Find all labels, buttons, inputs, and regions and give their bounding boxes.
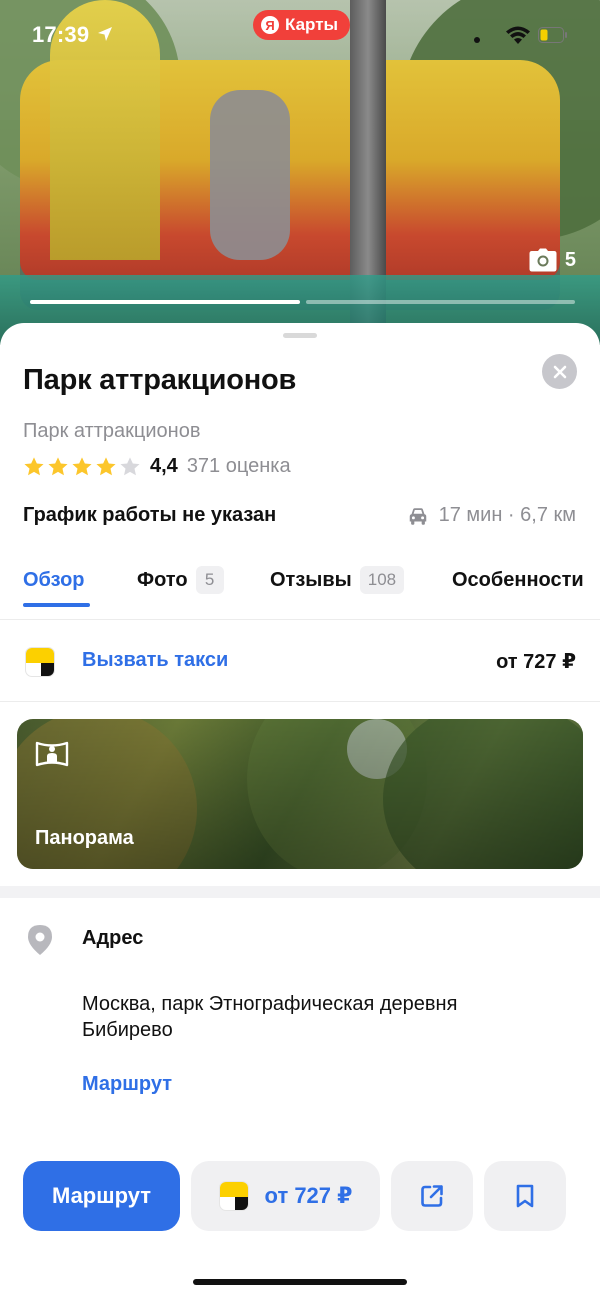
star-filled-icon	[72, 456, 92, 475]
bookmark-icon	[516, 1184, 534, 1208]
home-indicator[interactable]	[193, 1279, 407, 1285]
photo-elephant	[210, 90, 290, 260]
yandex-logo-icon: Я	[261, 16, 279, 34]
tab-bar: Обзор Фото 5 Отзывы 108 Особенности	[0, 563, 600, 619]
star-empty-icon	[120, 456, 140, 475]
active-tab-indicator	[23, 603, 90, 607]
status-time: 17:39	[32, 22, 90, 47]
rating-count: 371 оценка	[186, 455, 291, 477]
divider	[0, 701, 600, 702]
tab-label: Отзывы	[270, 568, 352, 591]
tab-badge: 5	[195, 566, 224, 594]
tab-photos[interactable]: Фото 5	[137, 563, 224, 597]
signal-icon	[474, 37, 480, 43]
tab-label: Обзор	[23, 568, 85, 591]
photo-count-value: 5	[564, 248, 576, 271]
tab-features[interactable]: Особенности	[452, 563, 584, 597]
tab-label: Особенности	[452, 568, 584, 591]
place-title: Парк аттракционов	[23, 364, 297, 396]
taxi-button-price: от 727 ₽	[264, 1183, 353, 1208]
panorama-label: Панорама	[35, 827, 134, 849]
close-icon	[553, 365, 566, 378]
car-icon	[409, 507, 426, 525]
camera-icon	[529, 248, 557, 272]
photo-count[interactable]: 5	[529, 248, 576, 272]
working-hours: График работы не указан	[23, 504, 277, 526]
app-pill[interactable]: Я Карты	[253, 10, 351, 40]
tab-reviews[interactable]: Отзывы 108	[270, 563, 405, 597]
location-pin-icon	[28, 925, 52, 955]
travel-info[interactable]: 17 мин · 6,7 км	[407, 504, 576, 527]
taxi-price: от 727 ₽	[496, 651, 576, 673]
rating-value: 4,4	[150, 455, 178, 477]
yandex-go-icon	[25, 647, 55, 677]
place-card: Парк аттракционов Парк аттракционов 4,4 …	[0, 323, 600, 1297]
wifi-icon	[506, 26, 530, 44]
call-taxi-label: Вызвать такси	[82, 649, 229, 671]
app-pill-label: Карты	[285, 15, 339, 34]
rating-row[interactable]: 4,4 371 оценка	[23, 455, 291, 478]
route-button[interactable]: Маршрут	[23, 1161, 180, 1231]
tab-badge: 108	[359, 566, 405, 594]
rating-stars	[23, 456, 141, 478]
travel-time-distance: 17 мин · 6,7 км	[438, 504, 576, 526]
yandex-go-icon	[218, 1181, 249, 1211]
location-arrow-icon	[98, 27, 112, 41]
place-category: Парк аттракционов	[23, 420, 201, 442]
action-bar: Маршрут от 727 ₽	[0, 1143, 600, 1297]
taxi-button[interactable]: от 727 ₽	[191, 1161, 380, 1231]
share-button[interactable]	[391, 1161, 473, 1231]
share-icon	[421, 1185, 443, 1207]
photo-progress	[30, 300, 575, 304]
call-taxi-row[interactable]: Вызвать такси от 727 ₽	[0, 620, 600, 702]
status-bar: 17:39 Я Карты	[0, 0, 600, 64]
address-text: Москва, парк Этнографическая деревня Биб…	[82, 993, 458, 1041]
battery-icon	[538, 27, 567, 43]
tab-label: Фото	[137, 568, 188, 591]
star-filled-icon	[48, 456, 68, 475]
bookmark-button[interactable]	[484, 1161, 566, 1231]
panorama-card[interactable]: Панорама	[17, 719, 583, 869]
section-divider	[0, 886, 600, 898]
address-title: Адрес	[82, 927, 144, 949]
tab-overview[interactable]: Обзор	[23, 563, 85, 597]
progress-segment	[305, 300, 575, 304]
sheet-grabber[interactable]	[283, 333, 317, 338]
panorama-icon	[35, 741, 69, 767]
close-button[interactable]	[542, 354, 577, 389]
star-filled-icon	[96, 456, 116, 475]
star-filled-icon	[24, 456, 44, 475]
progress-segment	[30, 300, 300, 304]
address-route-link[interactable]: Маршрут	[82, 1073, 172, 1096]
